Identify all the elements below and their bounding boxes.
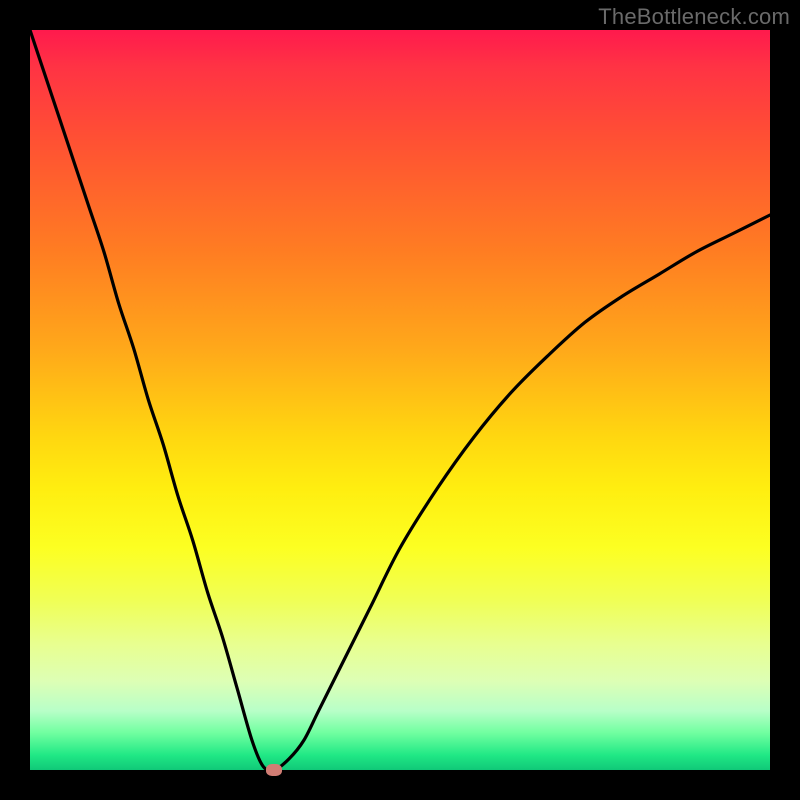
- chart-plot-area: [30, 30, 770, 770]
- watermark-text: TheBottleneck.com: [598, 4, 790, 30]
- optimum-marker: [266, 764, 282, 776]
- bottleneck-curve: [30, 30, 770, 770]
